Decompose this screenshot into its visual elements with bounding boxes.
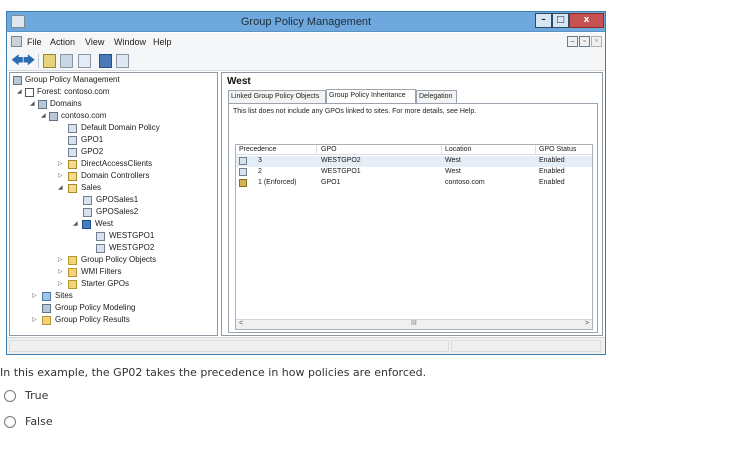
console-tree: Group Policy Management ◢ Forest: contos… bbox=[9, 72, 218, 336]
column-precedence[interactable]: Precedence bbox=[239, 146, 276, 153]
collapse-arrow-icon[interactable]: ◢ bbox=[41, 112, 46, 119]
menu-window[interactable]: Window bbox=[114, 37, 146, 47]
radio-button[interactable] bbox=[4, 390, 16, 402]
title-bar[interactable]: Group Policy Management – □ x bbox=[7, 12, 605, 32]
expand-arrow-icon[interactable]: ▷ bbox=[58, 256, 63, 263]
gpo-icon bbox=[239, 157, 247, 165]
gpo-icon bbox=[239, 168, 247, 176]
column-divider[interactable] bbox=[535, 145, 536, 155]
collapse-arrow-icon[interactable]: ◢ bbox=[17, 88, 22, 95]
menu-action[interactable]: Action bbox=[50, 37, 75, 47]
tab-delegation[interactable]: Delegation bbox=[416, 90, 457, 103]
status-panel-secondary bbox=[451, 340, 601, 352]
minimize-button[interactable]: – bbox=[535, 13, 552, 28]
gpo-link-icon bbox=[83, 196, 92, 205]
status-panel-main bbox=[9, 340, 449, 352]
column-gpo-status[interactable]: GPO Status bbox=[539, 146, 576, 153]
domain-icon bbox=[49, 112, 58, 121]
folder-icon bbox=[68, 256, 77, 265]
up-folder-icon[interactable] bbox=[43, 54, 56, 68]
scroll-thumb[interactable]: III bbox=[411, 320, 417, 327]
inheritance-panel: This list does not include any GPOs link… bbox=[228, 103, 598, 333]
details-pane: West Linked Group Policy Objects Group P… bbox=[221, 72, 603, 336]
toolbar-separator bbox=[38, 54, 39, 68]
question-text: In this example, the GP02 takes the prec… bbox=[0, 366, 427, 379]
expand-arrow-icon[interactable]: ▷ bbox=[32, 316, 37, 323]
column-gpo[interactable]: GPO bbox=[321, 146, 337, 153]
collapse-arrow-icon[interactable]: ◢ bbox=[73, 220, 78, 227]
maximize-button[interactable]: □ bbox=[552, 13, 569, 28]
ou-icon bbox=[68, 160, 77, 169]
forward-arrow-icon[interactable]: 🡆 bbox=[23, 54, 35, 68]
ou-icon bbox=[68, 184, 77, 193]
folder-icon bbox=[68, 280, 77, 289]
radio-button[interactable] bbox=[4, 416, 16, 428]
gpm-icon bbox=[13, 76, 22, 85]
collapse-arrow-icon[interactable]: ◢ bbox=[58, 184, 63, 191]
modeling-icon bbox=[42, 304, 51, 313]
sites-icon bbox=[42, 292, 51, 301]
tab-group-policy-inheritance[interactable]: Group Policy Inheritance bbox=[326, 89, 416, 103]
tab-linked-gpos[interactable]: Linked Group Policy Objects bbox=[228, 90, 326, 103]
horizontal-scrollbar[interactable]: < III > bbox=[236, 319, 592, 329]
menu-help[interactable]: Help bbox=[153, 37, 172, 47]
expand-arrow-icon[interactable]: ▷ bbox=[58, 160, 63, 167]
table-row[interactable]: 1 (Enforced) GPO1 contoso.com Enabled bbox=[236, 178, 592, 189]
list-header: Precedence GPO Location GPO Status bbox=[236, 145, 592, 155]
expand-arrow-icon[interactable]: ▷ bbox=[32, 292, 37, 299]
ou-icon bbox=[68, 172, 77, 181]
properties-icon[interactable] bbox=[116, 54, 129, 68]
forest-icon bbox=[25, 88, 34, 97]
mdi-minimize-button[interactable]: – bbox=[567, 36, 578, 47]
scroll-right-icon[interactable]: > bbox=[585, 320, 589, 327]
domains-icon bbox=[38, 100, 47, 109]
window-title: Group Policy Management bbox=[240, 16, 372, 28]
gpo-link-icon bbox=[83, 208, 92, 217]
menu-bar: File Action View Window Help – ▫ × bbox=[7, 33, 605, 51]
details-heading: West bbox=[227, 76, 251, 87]
scroll-left-icon[interactable]: < bbox=[239, 320, 243, 327]
collapse-arrow-icon[interactable]: ◢ bbox=[30, 100, 35, 107]
gpo-link-icon bbox=[96, 232, 105, 241]
column-divider[interactable] bbox=[441, 145, 442, 155]
info-text: This list does not include any GPOs link… bbox=[233, 108, 477, 115]
folder-icon bbox=[68, 268, 77, 277]
toolbar: 🡄 🡆 bbox=[7, 51, 605, 71]
expand-arrow-icon[interactable]: ▷ bbox=[58, 268, 63, 275]
inheritance-list: Precedence GPO Location GPO Status 3 WES… bbox=[235, 144, 593, 330]
show-hide-tree-icon[interactable] bbox=[60, 54, 73, 68]
help-icon[interactable] bbox=[99, 54, 112, 68]
menu-app-icon[interactable] bbox=[11, 36, 22, 47]
gpo-link-icon bbox=[96, 244, 105, 253]
menu-file[interactable]: File bbox=[27, 37, 42, 47]
results-icon bbox=[42, 316, 51, 325]
mdi-restore-button[interactable]: ▫ bbox=[579, 36, 590, 47]
option-label: True bbox=[25, 389, 49, 402]
back-arrow-icon[interactable]: 🡄 bbox=[11, 54, 23, 68]
table-row[interactable]: 3 WESTGPO2 West Enabled bbox=[236, 156, 592, 167]
enforced-gpo-icon bbox=[239, 179, 247, 187]
column-divider[interactable] bbox=[316, 145, 317, 155]
refresh-icon[interactable] bbox=[78, 54, 91, 68]
site-west-icon bbox=[82, 220, 91, 229]
menu-view[interactable]: View bbox=[85, 37, 104, 47]
expand-arrow-icon[interactable]: ▷ bbox=[58, 280, 63, 287]
gpo-link-icon bbox=[68, 148, 77, 157]
gpm-window: Group Policy Management – □ x File Actio… bbox=[6, 11, 606, 355]
gpo-link-icon bbox=[68, 124, 77, 133]
column-location[interactable]: Location bbox=[445, 146, 471, 153]
table-row[interactable]: 2 WESTGPO1 West Enabled bbox=[236, 167, 592, 178]
option-label: False bbox=[25, 415, 53, 428]
gpo-link-icon bbox=[68, 136, 77, 145]
status-bar bbox=[7, 337, 605, 354]
close-button[interactable]: x bbox=[569, 13, 604, 28]
expand-arrow-icon[interactable]: ▷ bbox=[58, 172, 63, 179]
mdi-close-button[interactable]: × bbox=[591, 36, 602, 47]
